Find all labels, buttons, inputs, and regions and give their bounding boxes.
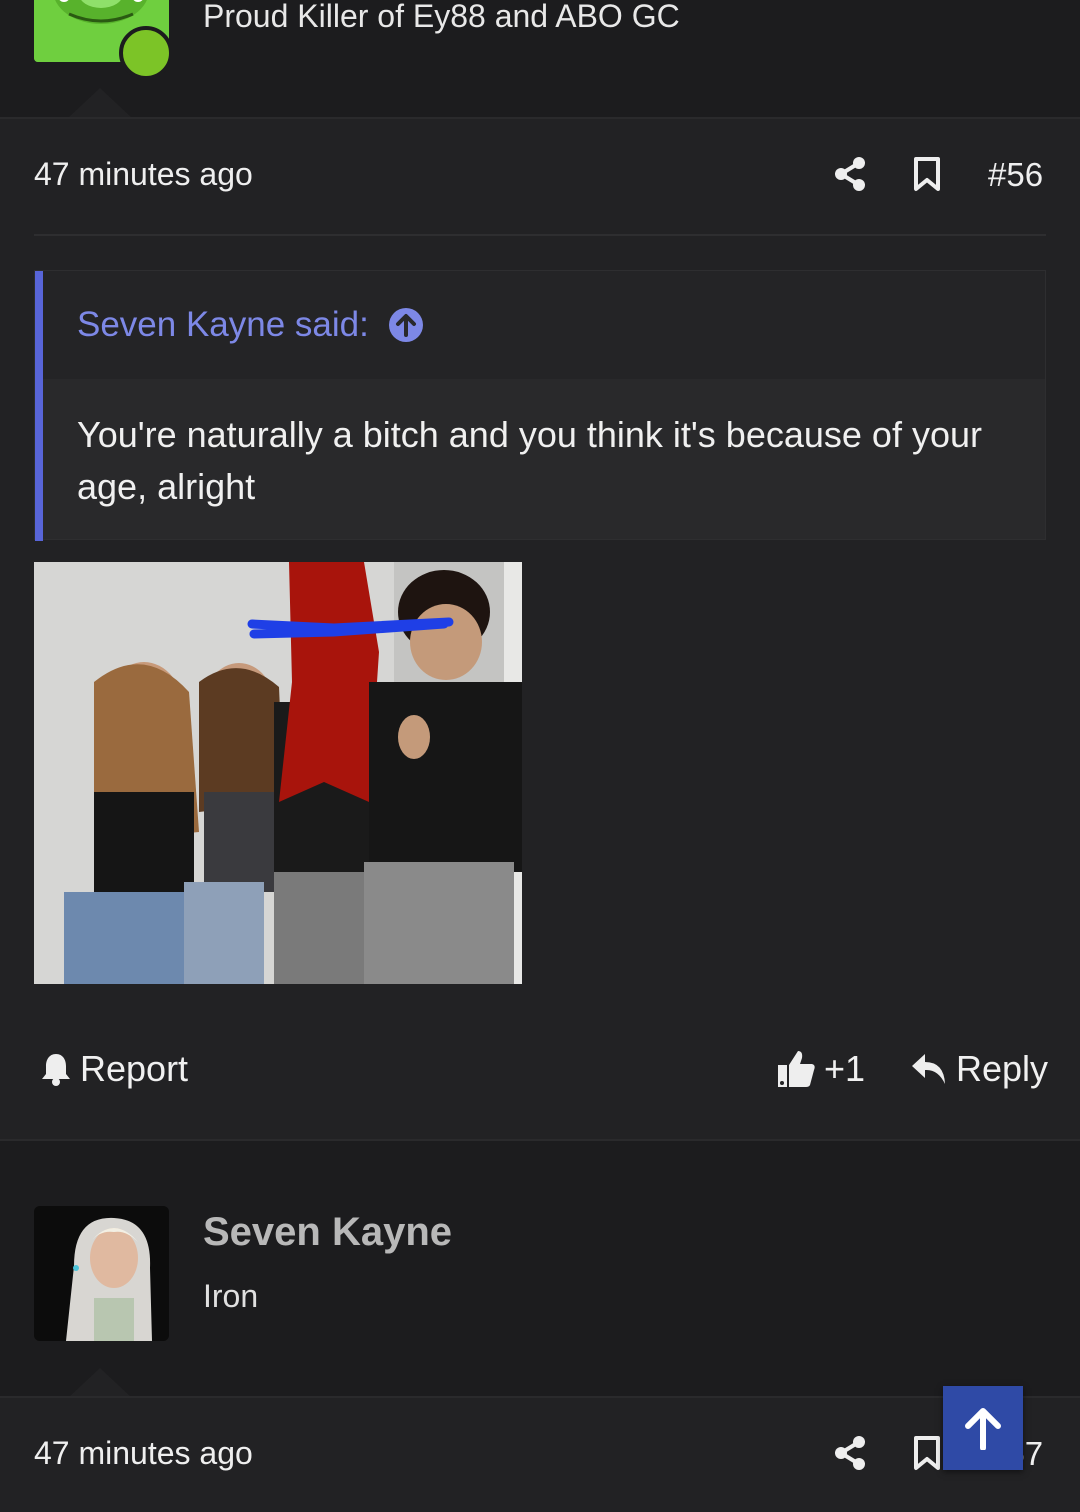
- arrow-up-icon: [965, 1408, 1001, 1450]
- reaction-count: +1: [824, 1048, 866, 1089]
- reply-icon: [912, 1054, 945, 1084]
- quote-accent-bar: [35, 271, 43, 541]
- reply-button[interactable]: Reply: [910, 1048, 1048, 1090]
- divider: [0, 1139, 1080, 1141]
- message-pointer: [68, 88, 132, 118]
- online-status-icon: [119, 26, 173, 80]
- report-label: Report: [80, 1048, 189, 1089]
- quote-text: You're naturally a bitch and you think i…: [77, 414, 982, 507]
- attached-image[interactable]: [34, 562, 522, 984]
- report-button[interactable]: Report: [40, 1048, 188, 1090]
- username[interactable]: Seven Kayne: [203, 1210, 452, 1255]
- quote-author-link[interactable]: Seven Kayne said:: [77, 305, 369, 345]
- quote-block: Seven Kayne said: You're naturally a bit…: [34, 270, 1046, 541]
- bookmark-icon[interactable]: [908, 1433, 946, 1473]
- like-button[interactable]: +1: [776, 1048, 865, 1090]
- post-number[interactable]: #56: [988, 156, 1043, 194]
- message-pointer: [68, 1368, 132, 1398]
- post-time[interactable]: 47 minutes ago: [34, 1435, 253, 1472]
- post-time[interactable]: 47 minutes ago: [34, 156, 253, 193]
- bell-icon: [42, 1054, 70, 1086]
- divider: [34, 234, 1046, 236]
- quote-author[interactable]: Seven Kayne said:: [77, 305, 369, 344]
- share-icon[interactable]: [830, 154, 870, 194]
- bookmark-icon[interactable]: [908, 154, 946, 194]
- arrow-up-circle-icon[interactable]: [388, 307, 424, 343]
- user-rank: Iron: [203, 1278, 259, 1314]
- thumbs-up-icon: [778, 1051, 815, 1087]
- share-icon[interactable]: [830, 1433, 870, 1473]
- avatar[interactable]: [34, 1206, 169, 1341]
- reply-label: Reply: [956, 1048, 1049, 1089]
- user-title: Proud Killer of Ey88 and ABO GC: [203, 0, 680, 34]
- scroll-to-top-button[interactable]: [943, 1386, 1023, 1470]
